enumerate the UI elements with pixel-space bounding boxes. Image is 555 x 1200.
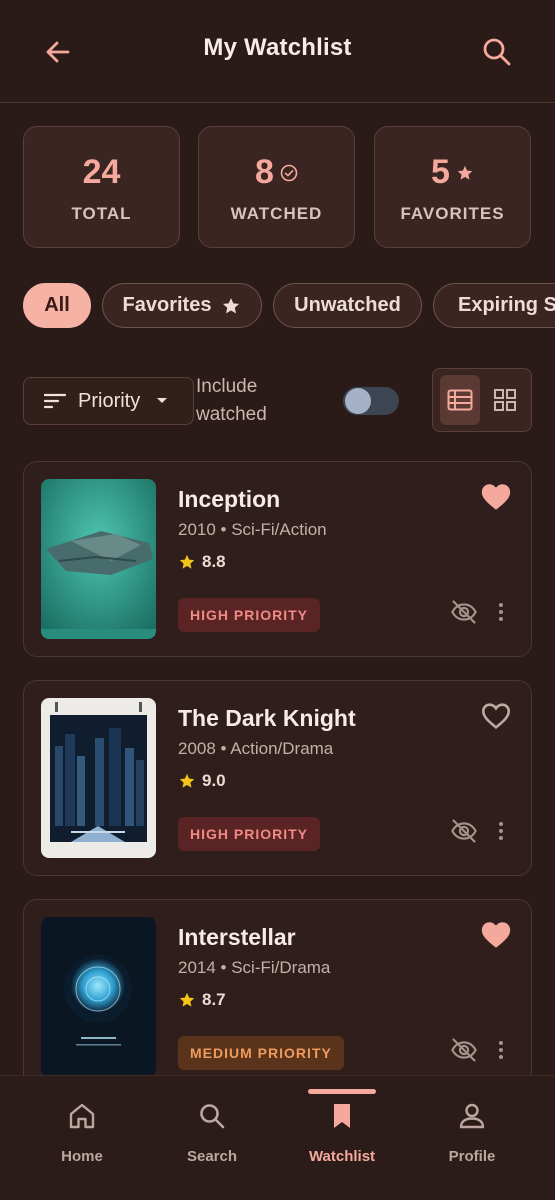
- stat-watched: 8 WATCHED: [198, 126, 355, 248]
- eye-off-icon[interactable]: [450, 817, 478, 845]
- nav-watchlist-label: Watchlist: [308, 1148, 376, 1165]
- movie-title[interactable]: Interstellar: [178, 924, 296, 951]
- movie-rating-value: 8.8: [202, 552, 226, 571]
- chip-favorites[interactable]: Favorites: [102, 283, 262, 328]
- chip-expiring-label: Expiring So: [458, 294, 555, 316]
- include-watched-label: Include watched: [196, 376, 267, 425]
- stat-watched-value: 8: [255, 153, 274, 191]
- bottom-navigation: Home Search Watchlist Profile: [0, 1075, 555, 1200]
- chip-unwatched-label: Unwatched: [294, 294, 401, 316]
- movie-rating-value: 9.0: [202, 771, 226, 790]
- app-bar: My Watchlist: [0, 0, 555, 103]
- movie-poster: [41, 917, 156, 1077]
- movie-rating: 8.8: [178, 552, 226, 572]
- movie-rating-value: 8.7: [202, 990, 226, 1009]
- person-icon: [459, 1103, 485, 1129]
- movie-title[interactable]: Inception: [178, 486, 280, 513]
- list-view-button[interactable]: [440, 375, 480, 425]
- eye-off-icon[interactable]: [450, 598, 478, 626]
- stats-row: 24 TOTAL 8 WATCHED 5 FAVORITES: [23, 126, 532, 248]
- movie-meta: 2010 • Sci-Fi/Action: [178, 520, 327, 539]
- list-controls: Priority Include watched: [23, 368, 532, 433]
- movie-rating: 8.7: [178, 990, 226, 1010]
- stat-total: 24 TOTAL: [23, 126, 180, 248]
- stat-watched-label: WATCHED: [230, 204, 323, 223]
- chip-all-label: All: [44, 294, 70, 316]
- nav-home-label: Home: [61, 1148, 103, 1165]
- chip-all[interactable]: All: [23, 283, 91, 328]
- list-view-icon: [447, 389, 473, 411]
- stat-favorites-value: 5: [431, 153, 450, 191]
- movie-poster: [41, 698, 156, 858]
- grid-view-icon: [494, 389, 516, 411]
- star-icon: [179, 554, 195, 569]
- priority-badge: HIGH PRIORITY: [178, 817, 321, 851]
- sort-label: Priority: [78, 389, 141, 412]
- bookmark-icon: [334, 1104, 350, 1128]
- dropdown-arrow-icon: [157, 398, 168, 403]
- star-icon: [179, 992, 195, 1007]
- nav-profile[interactable]: Profile: [407, 1076, 537, 1200]
- sort-icon: [44, 393, 66, 409]
- heart-filled-icon[interactable]: [479, 480, 513, 514]
- star-icon: [223, 297, 240, 313]
- heart-filled-icon[interactable]: [479, 918, 513, 952]
- priority-badge: HIGH PRIORITY: [178, 598, 321, 632]
- chip-expiring[interactable]: Expiring So: [433, 283, 555, 328]
- home-icon: [69, 1103, 95, 1129]
- page-title: My Watchlist: [203, 34, 352, 61]
- include-watched-toggle[interactable]: [343, 387, 399, 415]
- star-icon: [179, 773, 195, 788]
- movie-card[interactable]: Interstellar 2014 • Sci-Fi/Drama 8.7 MED…: [23, 899, 532, 1095]
- eye-off-icon[interactable]: [450, 1036, 478, 1064]
- toggle-knob: [345, 388, 371, 414]
- more-vert-icon[interactable]: [494, 600, 508, 624]
- movie-poster: [41, 479, 156, 639]
- nav-search[interactable]: Search: [147, 1076, 277, 1200]
- star-icon: [457, 165, 473, 180]
- stat-total-label: TOTAL: [71, 204, 132, 223]
- movie-card[interactable]: Inception 2010 • Sci-Fi/Action 8.8 HIGH …: [23, 461, 532, 657]
- nav-profile-label: Profile: [448, 1148, 496, 1165]
- movie-meta: 2014 • Sci-Fi/Drama: [178, 958, 331, 977]
- chip-unwatched[interactable]: Unwatched: [273, 283, 422, 328]
- priority-badge: MEDIUM PRIORITY: [178, 1036, 344, 1070]
- search-icon: [200, 1104, 225, 1129]
- view-switcher: [432, 368, 532, 432]
- chip-favorites-label: Favorites: [122, 294, 212, 316]
- nav-watchlist[interactable]: Watchlist: [277, 1076, 407, 1200]
- movie-rating: 9.0: [178, 771, 226, 791]
- search-icon[interactable]: [477, 32, 517, 72]
- grid-view-button[interactable]: [485, 375, 525, 425]
- movie-card[interactable]: The Dark Knight 2008 • Action/Drama 9.0 …: [23, 680, 532, 876]
- movie-meta: 2008 • Action/Drama: [178, 739, 334, 758]
- nav-home[interactable]: Home: [17, 1076, 147, 1200]
- check-circle-icon: [280, 164, 298, 181]
- nav-search-label: Search: [186, 1148, 238, 1165]
- sort-dropdown[interactable]: Priority: [23, 377, 194, 425]
- stat-favorites: 5 FAVORITES: [374, 126, 531, 248]
- active-indicator: [308, 1089, 376, 1094]
- filter-chips: All Favorites Unwatched Expiring So: [23, 283, 555, 329]
- heart-outline-icon[interactable]: [479, 699, 513, 733]
- stat-total-value: 24: [82, 153, 121, 191]
- more-vert-icon[interactable]: [494, 819, 508, 843]
- more-vert-icon[interactable]: [494, 1038, 508, 1062]
- movie-title[interactable]: The Dark Knight: [178, 705, 356, 732]
- stat-favorites-label: FAVORITES: [400, 204, 505, 223]
